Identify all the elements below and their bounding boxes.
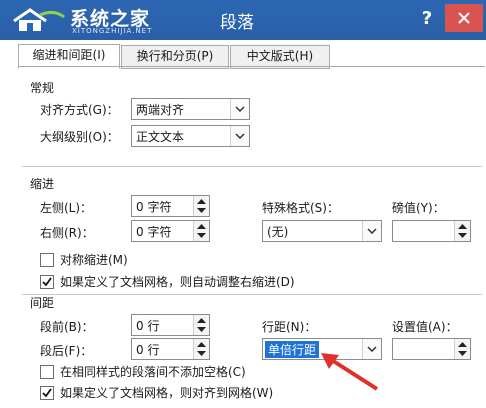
dropdown-button[interactable] bbox=[230, 126, 249, 146]
spinner-buttons[interactable] bbox=[193, 315, 209, 335]
watermark-logo: 系统之家 XITONGZHIJIA.NET bbox=[4, 3, 204, 37]
space-after-value: 0 行 bbox=[136, 343, 160, 357]
tab-label: 缩进和间距(I) bbox=[32, 48, 106, 62]
spin-up-icon bbox=[458, 224, 467, 229]
snap-to-grid-label[interactable]: 如果定义了文档网格，则对齐到网格(W) bbox=[60, 384, 273, 401]
indent-by-spinner[interactable] bbox=[392, 220, 471, 242]
chevron-down-icon bbox=[235, 106, 245, 112]
spacing-heading: 间距 bbox=[30, 296, 55, 310]
alignment-label: 对齐方式(G)： bbox=[40, 103, 119, 117]
spin-up-icon bbox=[458, 342, 467, 347]
divider bbox=[22, 166, 482, 167]
spin-down-icon bbox=[197, 233, 206, 238]
outline-level-select[interactable]: 正文文本 bbox=[131, 125, 250, 147]
dropdown-button[interactable] bbox=[362, 221, 381, 241]
spinner-buttons[interactable] bbox=[454, 339, 470, 359]
space-before-value: 0 行 bbox=[136, 319, 160, 333]
spinner-buttons[interactable] bbox=[193, 196, 209, 216]
spin-down-icon bbox=[458, 351, 467, 356]
mirror-indents-checkbox[interactable] bbox=[40, 253, 54, 267]
alignment-select[interactable]: 两端对齐 bbox=[131, 98, 250, 120]
spin-up-icon bbox=[197, 224, 206, 229]
spin-up-icon bbox=[197, 342, 206, 347]
alignment-value: 两端对齐 bbox=[136, 103, 185, 117]
left-indent-spinner[interactable]: 0 字符 bbox=[131, 195, 210, 217]
space-after-spinner[interactable]: 0 行 bbox=[131, 338, 210, 360]
close-icon bbox=[458, 12, 470, 24]
spacing-at-label: 设置值(A)： bbox=[392, 320, 458, 334]
house-logo-icon bbox=[13, 8, 65, 31]
close-button[interactable] bbox=[445, 4, 483, 32]
spin-up-icon bbox=[197, 199, 206, 204]
checkmark-icon bbox=[42, 277, 52, 287]
special-indent-select[interactable]: (无) bbox=[262, 220, 382, 242]
indent-by-label: 磅值(Y)： bbox=[392, 201, 445, 215]
space-after-label: 段后(F)： bbox=[40, 344, 93, 358]
indent-heading: 缩进 bbox=[30, 177, 55, 191]
watermark-subtitle: XITONGZHIJIA.NET bbox=[72, 27, 153, 35]
snap-to-grid-checkbox[interactable] bbox=[40, 386, 54, 400]
space-before-spinner[interactable]: 0 行 bbox=[131, 314, 210, 336]
right-indent-label: 右侧(R)： bbox=[40, 226, 94, 240]
mirror-indents-label[interactable]: 对称缩进(M) bbox=[60, 251, 128, 268]
spin-down-icon bbox=[197, 208, 206, 213]
space-before-label: 段前(B)： bbox=[40, 320, 94, 334]
right-indent-value: 0 字符 bbox=[136, 225, 172, 239]
general-heading: 常规 bbox=[30, 81, 55, 95]
spinner-buttons[interactable] bbox=[193, 221, 209, 241]
outline-level-label: 大纲级别(O)： bbox=[40, 130, 119, 144]
chevron-down-icon bbox=[367, 228, 377, 234]
window-title: 段落 bbox=[220, 13, 254, 33]
annotation-arrow-icon bbox=[321, 353, 379, 391]
title-bar[interactable]: 系统之家 XITONGZHIJIA.NET 段落 ? bbox=[0, 0, 486, 40]
auto-adjust-indent-checkbox[interactable] bbox=[40, 275, 54, 289]
help-button[interactable]: ? bbox=[412, 6, 442, 32]
spin-down-icon bbox=[197, 351, 206, 356]
spin-up-icon bbox=[197, 318, 206, 323]
divider bbox=[22, 294, 482, 295]
line-spacing-label: 行距(N)： bbox=[262, 320, 317, 334]
spin-down-icon bbox=[197, 327, 206, 332]
paragraph-dialog: 系统之家 XITONGZHIJIA.NET 段落 ? 缩进和间距(I) 换行和分… bbox=[0, 0, 486, 407]
dropdown-button[interactable] bbox=[230, 99, 249, 119]
spin-down-icon bbox=[458, 233, 467, 238]
chevron-down-icon bbox=[235, 133, 245, 139]
no-space-same-style-label[interactable]: 在相同样式的段落间不添加空格(C) bbox=[60, 363, 246, 380]
outline-level-value: 正文文本 bbox=[136, 130, 185, 144]
checkmark-icon bbox=[42, 388, 52, 398]
left-indent-value: 0 字符 bbox=[136, 200, 172, 214]
tab-label: 换行和分页(P) bbox=[136, 49, 214, 63]
right-indent-spinner[interactable]: 0 字符 bbox=[131, 220, 210, 242]
left-indent-label: 左侧(L)： bbox=[40, 201, 93, 215]
auto-adjust-indent-label[interactable]: 如果定义了文档网格，则自动调整右缩进(D) bbox=[60, 273, 295, 290]
tab-label: 中文版式(H) bbox=[246, 49, 314, 63]
special-indent-value: (无) bbox=[267, 225, 289, 239]
special-indent-label: 特殊格式(S)： bbox=[262, 201, 339, 215]
spinner-buttons[interactable] bbox=[193, 339, 209, 359]
no-space-same-style-checkbox[interactable] bbox=[40, 365, 54, 379]
spinner-buttons[interactable] bbox=[454, 221, 470, 241]
spacing-at-spinner[interactable] bbox=[392, 338, 471, 360]
